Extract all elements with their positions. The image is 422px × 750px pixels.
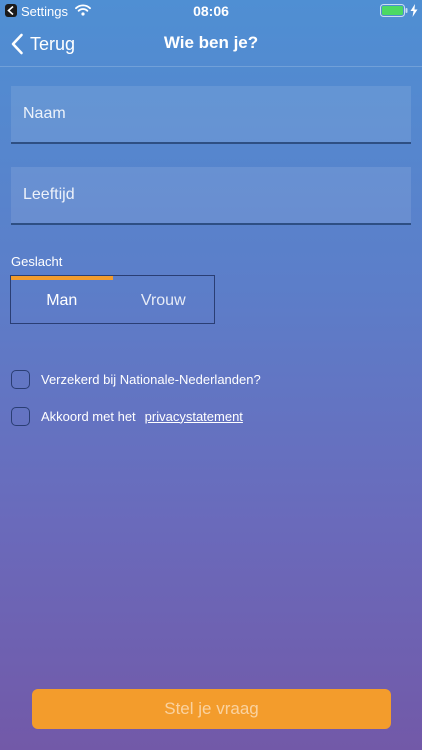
gender-segmented-control: Man Vrouw: [10, 275, 215, 324]
submit-question-button[interactable]: Stel je vraag: [32, 689, 391, 729]
age-field-container: [11, 167, 411, 225]
page-title: Wie ben je?: [163, 33, 259, 52]
insured-checkbox-label: Verzekerd bij Nationale-Nederlanden?: [41, 371, 261, 387]
status-bar: Settings 08:06: [0, 0, 422, 22]
name-field[interactable]: [11, 86, 411, 142]
gender-option-label: Vrouw: [140, 291, 186, 309]
navigation-bar: Terug Wie ben je?: [0, 22, 422, 67]
name-field-container: [11, 86, 411, 144]
gender-option-vrouw[interactable]: Vrouw: [113, 276, 215, 323]
gender-option-label: Man: [46, 291, 78, 309]
privacy-statement-link[interactable]: privacystatement: [145, 409, 243, 424]
charging-icon: [410, 4, 418, 20]
gender-label: Geslacht: [11, 254, 63, 269]
agree-checkbox-row[interactable]: Akkoord met het privacystatement: [11, 404, 243, 428]
battery-icon: [380, 4, 408, 20]
gender-option-man[interactable]: Man: [11, 276, 113, 323]
selected-indicator: [11, 276, 113, 280]
age-field[interactable]: [11, 167, 411, 223]
status-time: 08:06: [193, 3, 229, 19]
insured-checkbox-row[interactable]: Verzekerd bij Nationale-Nederlanden?: [11, 367, 261, 391]
agree-checkbox[interactable]: [11, 406, 30, 426]
insured-checkbox[interactable]: [11, 369, 30, 389]
agree-checkbox-label: Akkoord met het: [41, 408, 136, 424]
